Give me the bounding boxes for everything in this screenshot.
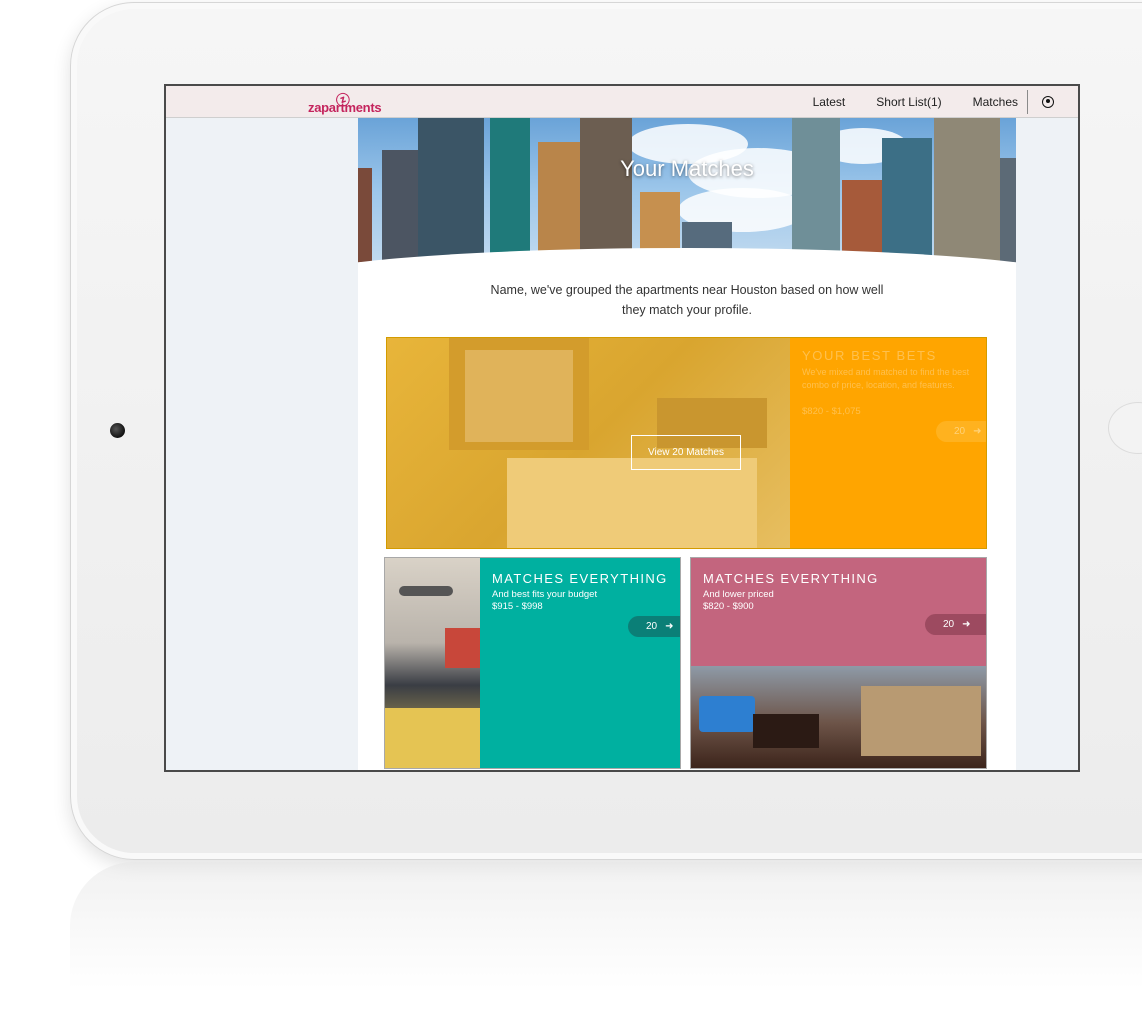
best-bets-title: YOUR BEST BETS [802, 348, 937, 363]
camera-icon [110, 423, 125, 438]
budget-match-subtitle: And best fits your budget [492, 589, 598, 600]
best-bets-count: 20 [954, 426, 966, 437]
arrow-right-icon: ➜ [973, 426, 982, 437]
hero-building [934, 118, 1000, 278]
budget-match-title: MATCHES EVERYTHING [492, 571, 668, 586]
lower-price-count-button[interactable]: 20 ➜ [925, 614, 986, 635]
nav-matches-link[interactable]: Matches [973, 95, 1018, 109]
budget-match-card[interactable]: MATCHES EVERYTHING And best fits your bu… [384, 557, 681, 769]
brand-name: zapartments [308, 100, 382, 115]
budget-match-price: $915 - $998 [492, 601, 543, 612]
nav-links: Latest Short List(1) Matches [813, 86, 1078, 118]
art-shape [445, 628, 480, 668]
best-bets-description: We've mixed and matched to find the best… [802, 367, 970, 390]
user-icon[interactable] [1042, 96, 1054, 108]
lower-price-subtitle: And lower priced [703, 589, 774, 600]
lower-price-count: 20 [943, 619, 955, 630]
lower-price-panel: MATCHES EVERYTHING And lower priced $820… [691, 558, 986, 666]
tablet-reflection [70, 862, 1142, 1012]
bedroom-photo [385, 558, 480, 768]
tablet-screen: ⓩ zapartments Latest Short List(1) Match… [164, 84, 1080, 772]
nav-shortlist-link[interactable]: Short List(1) [876, 95, 941, 109]
lower-price-title: MATCHES EVERYTHING [703, 571, 879, 586]
budget-match-count: 20 [646, 621, 658, 632]
lower-price-card[interactable]: MATCHES EVERYTHING And lower priced $820… [690, 557, 987, 769]
bed-shape [507, 458, 757, 548]
arrow-right-icon: ➜ [962, 619, 971, 630]
best-bets-count-button[interactable]: 20 ➜ [936, 421, 986, 442]
bedroom-photo: View 20 Matches [387, 338, 790, 548]
nav-divider [1027, 90, 1028, 114]
budget-match-count-button[interactable]: 20 ➜ [628, 616, 680, 637]
page-title: Your Matches [620, 156, 754, 181]
ceiling-fan-shape [399, 586, 453, 596]
best-bets-panel: YOUR BEST BETS We've mixed and matched t… [790, 338, 986, 548]
table-shape [753, 714, 819, 748]
lower-price-price: $820 - $900 [703, 601, 754, 612]
dining-shape [861, 686, 981, 756]
bed-shape [385, 708, 480, 768]
best-bets-price: $820 - $1,075 [802, 406, 861, 417]
view-matches-button[interactable]: View 20 Matches [631, 435, 741, 470]
top-nav: ⓩ zapartments Latest Short List(1) Match… [166, 86, 1078, 118]
hero-banner: Your Matches [358, 118, 1016, 278]
best-bets-card[interactable]: View 20 Matches YOUR BEST BETS We've mix… [386, 337, 987, 549]
sofa-shape [699, 696, 755, 732]
intro-text: Name, we've grouped the apartments near … [490, 283, 884, 317]
main-content: Your Matches Name, we've grouped the apa… [358, 118, 1016, 770]
living-room-photo [691, 666, 986, 768]
budget-match-panel: MATCHES EVERYTHING And best fits your bu… [480, 558, 680, 768]
window-shape [465, 350, 573, 442]
arrow-right-icon: ➜ [665, 621, 674, 632]
nav-latest-link[interactable]: Latest [813, 95, 846, 109]
